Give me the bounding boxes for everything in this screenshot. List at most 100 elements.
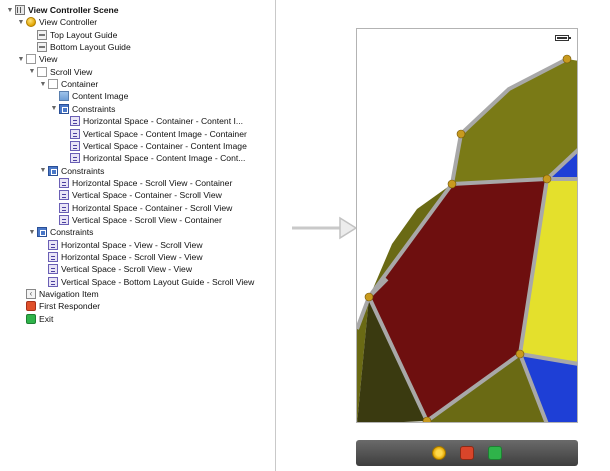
outline-item[interactable]: ▼ View Controller Scene [6,4,119,16]
outline-item[interactable]: Vertical Space - Bottom Layout Guide - S… [39,276,254,288]
disclosure-triangle-open-icon[interactable]: ▼ [17,53,25,65]
outline-item-label: Vertical Space - Container - Content Ima… [83,140,247,151]
outline-item[interactable]: ▼ Constraints [28,226,93,238]
outline-item-label: Vertical Space - Content Image - Contain… [83,128,247,139]
navigation-item-icon: ‹ [26,289,36,300]
outline-item[interactable]: Horizontal Space - Scroll View - View [39,251,203,263]
constraint-icon [59,177,69,188]
layout-guide-icon [37,29,47,40]
outline-item-label: Vertical Space - Container - Scroll View [72,190,222,201]
outline-item-label: Vertical Space - Scroll View - View [61,264,193,275]
storyboard-entry-arrow-icon[interactable] [290,210,360,240]
view-controller-frame[interactable] [356,28,578,423]
constraint-icon [59,190,69,201]
outline-item[interactable]: Bottom Layout Guide [28,41,131,53]
constraint-icon [70,153,80,164]
constraint-icon [48,252,58,262]
outline-item[interactable]: Vertical Space - Container - Content Ima… [61,140,247,152]
view-icon [26,54,36,65]
first-responder-icon [26,301,36,312]
view-controller-icon [26,17,36,28]
outline-item-label: Horizontal Space - Scroll View - View [61,252,203,262]
disclosure-triangle-open-icon[interactable]: ▼ [6,4,14,16]
disclosure-triangle-open-icon[interactable]: ▼ [17,16,25,28]
scene-icon [15,5,25,15]
outline-item-label: Navigation Item [39,289,99,300]
outline-item-label: Constraints [50,227,94,238]
constraint-icon [59,214,69,225]
constraint-icon [48,239,58,250]
outline-item-label: View Controller [39,17,98,28]
constraints-icon [48,165,58,176]
outline-item-label: Horizontal Space - Scroll View - Contain… [72,177,233,188]
outline-item[interactable]: ‹ Navigation Item [17,288,99,300]
outline-item[interactable]: ▼ View Controller [17,16,97,28]
outline-item[interactable]: Horizontal Space - Container - Scroll Vi… [50,202,232,214]
outline-item-label: Horizontal Space - View - Scroll View [61,239,203,250]
first-responder-icon[interactable] [460,446,474,460]
outline-item-label: Vertical Space - Bottom Layout Guide - S… [61,276,255,287]
outline-item-label: View [39,54,58,65]
view-icon [48,79,58,90]
outline-item-label: Scroll View [50,66,93,77]
outline-item[interactable]: ▼ Scroll View [28,66,92,78]
disclosure-triangle-open-icon[interactable]: ▼ [50,103,58,115]
image-view-icon [59,91,69,102]
layout-guide-icon [37,42,47,53]
outline-item-label: Bottom Layout Guide [50,42,131,53]
document-outline: ▼ View Controller Scene ▼ View Controller To… [0,0,276,471]
outline-item[interactable]: Content Image [50,90,128,102]
outline-item[interactable]: Vertical Space - Scroll View - View [39,263,192,275]
exit-icon[interactable] [488,446,502,460]
disclosure-triangle-open-icon[interactable]: ▼ [39,78,47,90]
constraint-icon [70,140,80,151]
outline-item-label: Vertical Space - Scroll View - Container [72,214,222,225]
outline-item-label: Container [61,79,99,90]
disclosure-triangle-open-icon[interactable]: ▼ [28,66,36,78]
content-image[interactable] [357,29,578,423]
outline-item-label: Content Image [72,91,129,102]
outline-item[interactable]: ▼ View [17,53,57,65]
disclosure-triangle-open-icon[interactable]: ▼ [28,226,36,238]
constraint-icon [70,116,80,127]
outline-item[interactable]: Vertical Space - Container - Scroll View [50,189,222,201]
outline-item[interactable]: Horizontal Space - Container - Content I… [61,115,243,127]
outline-item[interactable]: Vertical Space - Scroll View - Container [50,214,222,226]
outline-item[interactable]: ▼ Constraints [39,165,104,177]
constraint-icon [70,128,80,139]
outline-item[interactable]: Horizontal Space - View - Scroll View [39,239,203,251]
outline-item[interactable]: Top Layout Guide [28,29,117,41]
scene-dock [356,440,578,466]
view-controller-icon[interactable] [432,446,446,460]
exit-icon [26,313,36,324]
outline-item[interactable]: Exit [17,313,53,325]
view-icon [37,66,47,77]
outline-item[interactable]: Horizontal Space - Content Image - Cont.… [61,152,245,164]
outline-item[interactable]: Vertical Space - Content Image - Contain… [61,128,247,140]
outline-item-label: Constraints [72,103,116,114]
outline-item[interactable]: ▼ Container [39,78,98,90]
constraint-icon [59,202,69,213]
outline-item-label: Exit [39,313,54,324]
outline-item[interactable]: Horizontal Space - Scroll View - Contain… [50,177,232,189]
outline-item-label: Horizontal Space - Content Image - Cont.… [83,153,246,164]
outline-item-label: First Responder [39,301,101,312]
outline-item[interactable]: ▼ Constraints [50,103,115,115]
disclosure-triangle-open-icon[interactable]: ▼ [39,165,47,177]
outline-item[interactable]: First Responder [17,300,100,312]
